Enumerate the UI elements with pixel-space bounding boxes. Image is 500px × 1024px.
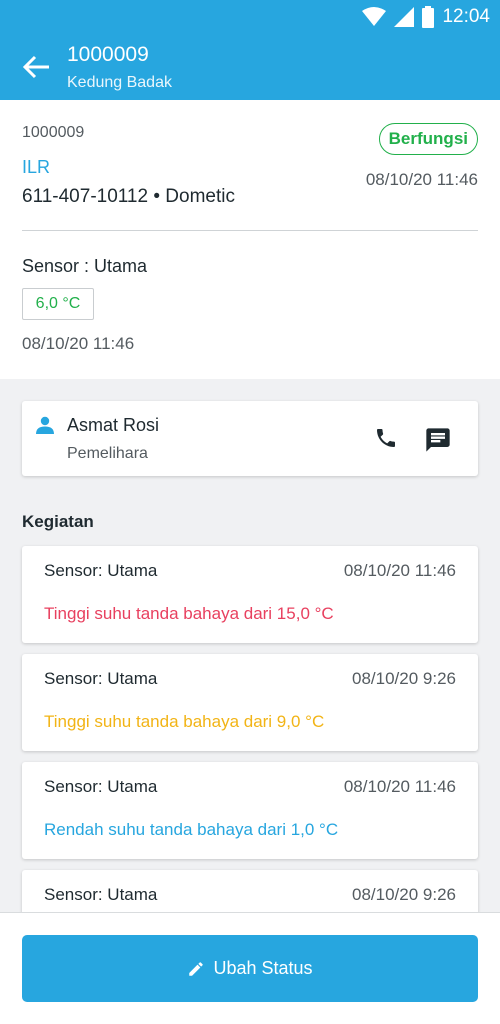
contact-card: Asmat Rosi Pemelihara — [22, 401, 478, 476]
status-icons: 12:04 — [362, 6, 490, 28]
device-info-panel: 1000009 ILR 611-407-10112 • Dometic Berf… — [0, 100, 500, 379]
person-icon — [36, 416, 54, 434]
bottom-action-bar: Ubah Status — [0, 912, 500, 1024]
activity-sensor: Sensor: Utama — [44, 561, 158, 580]
activity-date: 08/10/20 9:26 — [352, 885, 456, 904]
activity-sensor: Sensor: Utama — [44, 669, 158, 688]
change-status-button[interactable]: Ubah Status — [22, 935, 478, 1002]
battery-icon — [422, 6, 435, 28]
divider — [22, 230, 478, 231]
activity-card[interactable]: Sensor: Utama 08/10/20 11:46 Tinggi suhu… — [22, 546, 478, 643]
wifi-icon — [362, 7, 387, 26]
reading-date: 08/10/20 11:46 — [22, 334, 135, 353]
pencil-icon — [189, 961, 204, 976]
change-status-label: Ubah Status — [213, 958, 313, 978]
sensor-label: Sensor : Utama — [22, 256, 148, 276]
activity-card[interactable]: Sensor: Utama 08/10/20 9:26 Tinggi suhu … — [22, 654, 478, 751]
activity-sensor: Sensor: Utama — [44, 885, 158, 904]
activity-card[interactable]: Sensor: Utama 08/10/20 11:46 Rendah suhu… — [22, 762, 478, 859]
activity-message: Tinggi suhu tanda bahaya dari 15,0 °C — [44, 604, 334, 623]
device-type: ILR — [22, 157, 51, 177]
status-badge: Berfungsi — [378, 123, 478, 155]
cell-signal-icon — [394, 7, 415, 27]
status-date: 08/10/20 11:46 — [365, 170, 478, 189]
phone-icon[interactable] — [374, 426, 398, 450]
activity-date: 08/10/20 11:46 — [343, 777, 456, 796]
contact-name: Asmat Rosi — [67, 415, 160, 435]
contact-role: Pemelihara — [67, 445, 148, 462]
status-bar: 12:04 — [0, 0, 500, 34]
message-icon[interactable] — [424, 426, 452, 454]
temperature-value: 6,0 °C — [22, 288, 94, 320]
activity-message: Rendah suhu tanda bahaya dari 1,0 °C — [44, 820, 339, 839]
page-title: 1000009 — [67, 43, 149, 66]
app-bar: 1000009 Kedung Badak — [0, 34, 500, 100]
activity-date: 08/10/20 9:26 — [352, 669, 456, 688]
page-subtitle: Kedung Badak — [67, 74, 172, 91]
activity-date: 08/10/20 11:46 — [343, 561, 456, 580]
activity-sensor: Sensor: Utama — [44, 777, 158, 796]
arrow-left-icon[interactable] — [22, 53, 52, 81]
device-id: 1000009 — [22, 124, 85, 141]
activity-message: Tinggi suhu tanda bahaya dari 9,0 °C — [44, 712, 325, 731]
device-serial-brand: 611-407-10112 • Dometic — [22, 186, 235, 207]
activities-heading: Kegiatan — [22, 512, 94, 531]
status-time: 12:04 — [442, 6, 490, 27]
